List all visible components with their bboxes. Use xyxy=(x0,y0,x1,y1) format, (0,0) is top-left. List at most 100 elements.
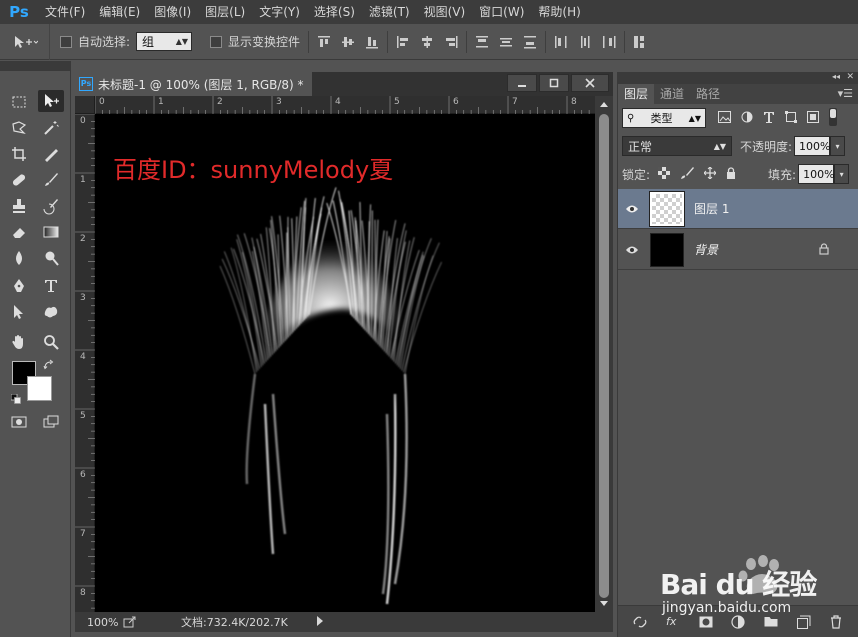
minimize-button[interactable] xyxy=(507,74,537,92)
status-menu-arrow-icon[interactable] xyxy=(317,616,323,626)
document-titlebar[interactable]: Ps 未标题-1 @ 100% (图层 1, RGB/8) * xyxy=(75,72,613,96)
feather-artwork xyxy=(219,187,443,605)
type-tool[interactable] xyxy=(38,275,64,297)
brush-tool[interactable] xyxy=(38,169,64,191)
align-top-icon[interactable] xyxy=(317,35,331,49)
fill-slider-button[interactable]: ▾ xyxy=(834,164,850,184)
distribute-left-icon[interactable] xyxy=(554,35,568,49)
layer-name[interactable]: 图层 1 xyxy=(694,200,729,217)
menu-file[interactable]: 文件(F) xyxy=(38,0,92,24)
tool-preset-picker[interactable] xyxy=(0,23,50,60)
dodge-tool[interactable] xyxy=(38,247,64,269)
vertical-ruler[interactable]: 0 1 2 3 4 5 6 7 8 xyxy=(75,114,95,612)
lock-pixels-icon[interactable] xyxy=(680,166,695,182)
marquee-tool[interactable] xyxy=(6,91,32,113)
scroll-up-icon[interactable] xyxy=(600,102,608,107)
zoom-tool[interactable] xyxy=(38,331,64,353)
gradient-tool[interactable] xyxy=(38,221,64,243)
layer-row-layer1[interactable]: 图层 1 xyxy=(618,189,858,229)
menu-edit[interactable]: 编辑(E) xyxy=(92,0,147,24)
panel-menu-icon[interactable]: ▾☰ xyxy=(838,87,853,100)
filter-toggle-switch[interactable] xyxy=(829,107,837,129)
align-vcenter-icon[interactable] xyxy=(341,35,355,49)
auto-align-icon[interactable] xyxy=(633,35,649,49)
layer-row-background[interactable]: 背景 xyxy=(618,230,858,270)
tab-layers[interactable]: 图层 xyxy=(618,84,655,104)
magic-wand-tool[interactable] xyxy=(38,117,64,139)
align-bottom-icon[interactable] xyxy=(365,35,379,49)
show-transform-checkbox[interactable] xyxy=(210,35,223,48)
visibility-toggle[interactable] xyxy=(618,245,646,255)
auto-select-dropdown[interactable]: 组 ▲▼ xyxy=(136,32,193,51)
screen-mode-button[interactable] xyxy=(38,411,64,433)
eyedropper-tool[interactable] xyxy=(38,143,64,165)
zoom-level[interactable]: 100% xyxy=(75,616,119,629)
horizontal-ruler[interactable]: 0 1 2 3 4 5 6 7 8 xyxy=(95,96,595,114)
document-tab[interactable]: Ps 未标题-1 @ 100% (图层 1, RGB/8) * xyxy=(75,72,312,96)
collapse-panels-icon[interactable]: ◂◂ xyxy=(832,72,840,81)
healing-brush-tool[interactable] xyxy=(6,169,32,191)
menu-filter[interactable]: 滤镜(T) xyxy=(362,0,417,24)
distribute-vcenter-icon[interactable] xyxy=(499,35,513,49)
fill-input[interactable]: 100% xyxy=(798,164,835,184)
shape-tool[interactable] xyxy=(38,301,64,323)
filter-smart-object-icon[interactable] xyxy=(807,110,819,126)
blur-tool[interactable] xyxy=(6,247,32,269)
crop-tool[interactable] xyxy=(6,143,32,165)
align-hcenter-icon[interactable] xyxy=(420,35,434,49)
menu-type[interactable]: 文字(Y) xyxy=(252,0,307,24)
quick-mask-button[interactable] xyxy=(6,411,32,433)
menu-layer[interactable]: 图层(L) xyxy=(198,0,252,24)
opacity-input[interactable]: 100% xyxy=(794,136,831,156)
filter-type-icon[interactable] xyxy=(763,111,775,126)
vertical-scrollbar[interactable] xyxy=(595,96,613,612)
path-selection-tool[interactable] xyxy=(6,301,32,323)
pen-tool[interactable] xyxy=(6,275,32,297)
menu-help[interactable]: 帮助(H) xyxy=(531,0,587,24)
background-color-swatch[interactable] xyxy=(27,376,52,401)
ruler-origin[interactable] xyxy=(75,96,95,114)
hand-tool[interactable] xyxy=(6,331,32,353)
toolbox-header[interactable] xyxy=(0,61,71,71)
scrollbar-thumb[interactable] xyxy=(599,114,609,598)
filter-adjustment-icon[interactable] xyxy=(741,111,753,126)
distribute-right-icon[interactable] xyxy=(602,35,616,49)
default-colors-icon[interactable] xyxy=(10,393,21,404)
tab-channels[interactable]: 通道 xyxy=(654,84,690,104)
stamp-tool[interactable] xyxy=(6,195,32,217)
layer-filter-dropdown[interactable]: ⚲ 类型 ▲▼ xyxy=(622,108,706,128)
distribute-hcenter-icon[interactable] xyxy=(578,35,592,49)
blend-mode-dropdown[interactable]: 正常 ▲▼ xyxy=(622,136,732,156)
menu-select[interactable]: 选择(S) xyxy=(307,0,362,24)
scroll-down-icon[interactable] xyxy=(600,601,608,606)
lock-position-icon[interactable] xyxy=(703,165,717,182)
panel-dock-header[interactable]: ◂◂ ✕ xyxy=(617,72,858,84)
swap-colors-icon[interactable] xyxy=(43,359,55,371)
export-icon[interactable] xyxy=(123,616,137,628)
close-panel-icon[interactable]: ✕ xyxy=(846,72,854,82)
lock-all-icon[interactable] xyxy=(726,166,736,182)
link-layers-icon[interactable] xyxy=(633,615,647,629)
lasso-tool[interactable] xyxy=(6,117,32,139)
menu-image[interactable]: 图像(I) xyxy=(147,0,198,24)
filter-shape-icon[interactable] xyxy=(785,110,797,126)
auto-select-checkbox[interactable] xyxy=(60,35,72,48)
distribute-bottom-icon[interactable] xyxy=(523,35,537,49)
align-left-icon[interactable] xyxy=(396,35,410,49)
move-tool[interactable] xyxy=(38,90,64,112)
eraser-tool[interactable] xyxy=(6,221,32,243)
tab-paths[interactable]: 路径 xyxy=(690,84,726,104)
visibility-toggle[interactable] xyxy=(618,204,646,214)
close-button[interactable] xyxy=(571,74,609,92)
align-right-icon[interactable] xyxy=(444,35,458,49)
filter-pixel-icon[interactable] xyxy=(718,110,731,126)
menu-window[interactable]: 窗口(W) xyxy=(472,0,531,24)
distribute-top-icon[interactable] xyxy=(475,35,489,49)
opacity-slider-button[interactable]: ▾ xyxy=(830,136,846,156)
lock-transparent-icon[interactable] xyxy=(658,166,671,182)
document-canvas[interactable]: 百度ID：sunnyMelody夏 xyxy=(95,114,595,612)
maximize-button[interactable] xyxy=(539,74,569,92)
layer-name[interactable]: 背景 xyxy=(694,241,718,258)
menu-view[interactable]: 视图(V) xyxy=(417,0,473,24)
history-brush-tool[interactable] xyxy=(38,195,64,217)
